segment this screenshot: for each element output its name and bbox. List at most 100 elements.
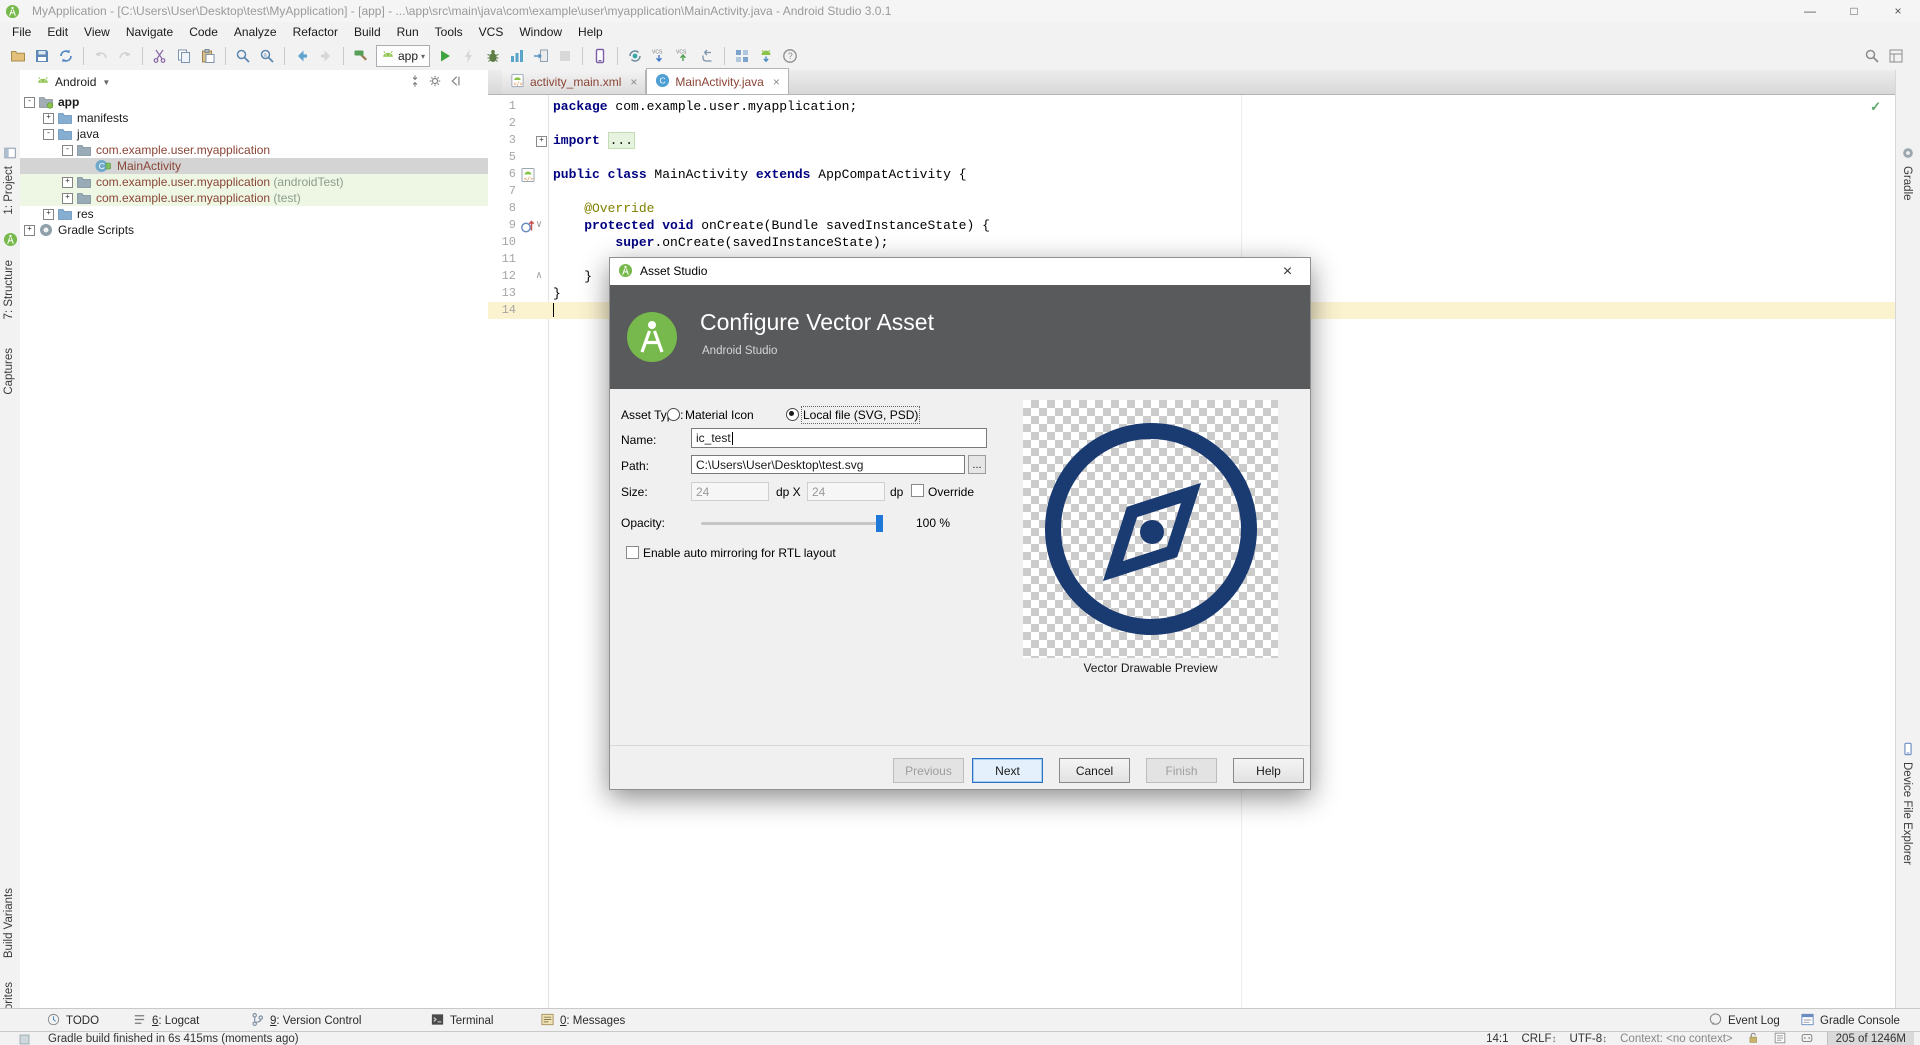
toolbar-run-button[interactable] [433,44,457,68]
rtl-mirroring-label[interactable]: Enable auto mirroring for RTL layout [643,546,836,560]
rtl-mirroring-checkbox[interactable] [626,546,639,559]
tool-window-button-logcat[interactable]: 6: Logcat [132,1009,199,1032]
collapse-icon[interactable]: - [43,129,54,140]
fold-marker[interactable]: ∧ [536,268,548,285]
opacity-slider-thumb[interactable] [876,515,883,532]
fold-marker[interactable]: ∨ [536,217,548,234]
toolbar-cut-button[interactable] [148,44,172,68]
browse-button[interactable]: ... [968,455,986,474]
close-button[interactable]: × [1876,0,1920,22]
tool-window-button-versioncontrol[interactable]: 9: Version Control [250,1009,361,1032]
menu-view[interactable]: View [76,23,118,41]
details-icon[interactable] [1773,1031,1787,1045]
menu-file[interactable]: File [4,23,39,41]
toolbar-stop-button[interactable] [553,44,577,68]
toolbar-debug-button[interactable] [481,44,505,68]
expand-icon[interactable]: + [62,193,73,204]
local-file-radio[interactable] [786,408,799,421]
toolbar-apply-button[interactable] [457,44,481,68]
layout-gutter-icon[interactable]: </> [520,167,536,183]
override-checkbox[interactable] [911,484,924,497]
cancel-button[interactable]: Cancel [1059,758,1130,783]
tool-button-gradle[interactable]: Gradle [1901,166,1913,201]
toolbar-open-button[interactable] [6,44,30,68]
tab-activity-main-xml[interactable]: </> activity_main.xml × [502,70,646,94]
code-line[interactable]: 9∨ protected void onCreate(Bundle savedI… [488,217,1895,234]
line-separator-indicator[interactable]: CRLF↕ [1522,1033,1557,1045]
menu-analyze[interactable]: Analyze [226,23,285,41]
dialog-title-bar[interactable]: Asset Studio × [610,258,1310,285]
tree-row-res[interactable]: +res [20,206,488,222]
toolbar-save-button[interactable] [30,44,54,68]
material-icon-radio[interactable] [667,408,680,421]
tool-button----project[interactable]: 1: Project [3,166,15,215]
expand-icon[interactable]: + [62,177,73,188]
menu-navigate[interactable]: Navigate [118,23,181,41]
tree-row-com-example-user-myapplication[interactable]: +com.example.user.myapplication (test) [20,190,488,206]
expand-icon[interactable]: + [43,113,54,124]
code-line[interactable]: 2 [488,115,1895,132]
tree-row-app[interactable]: -app [20,94,488,110]
encoding-indicator[interactable]: UTF-8↕ [1570,1033,1608,1045]
tab-mainactivity-java[interactable]: C MainActivity.java × [646,68,789,94]
help-button[interactable]: Help [1233,758,1304,783]
tool-button-device-file-explorer[interactable]: Device File Explorer [1901,762,1913,865]
toolbar-paste-button[interactable] [196,44,220,68]
toolbar-copy-button[interactable] [172,44,196,68]
background-tasks-icon[interactable] [18,1033,31,1045]
local-file-radio-label[interactable]: Local file (SVG, PSD) [803,408,918,422]
toolbar-forward-button[interactable] [314,44,338,68]
toolbar-search-button[interactable] [1860,44,1884,68]
toolbar-hammer-button[interactable] [349,44,373,68]
tree-row-java[interactable]: -java [20,126,488,142]
menu-build[interactable]: Build [346,23,389,41]
toolbar-revert-button[interactable] [695,44,719,68]
close-tab-icon[interactable]: × [630,75,637,89]
toolbar-profile-button[interactable] [505,44,529,68]
code-line[interactable]: 10 super.onCreate(savedInstanceState); [488,234,1895,251]
toolbar-back-button[interactable] [290,44,314,68]
path-input[interactable]: C:\Users\User\Desktop\test.svg [691,455,965,474]
tool-button-captures[interactable]: Captures [3,348,15,395]
collapse-icon[interactable]: - [24,97,35,108]
code-line[interactable]: 6</>public class MainActivity extends Ap… [488,166,1895,183]
toolbar-grid-button[interactable] [1884,44,1908,68]
tree-row-mainactivity[interactable]: CMainActivity [20,158,488,174]
opacity-slider-track[interactable] [701,522,879,525]
menu-help[interactable]: Help [570,23,611,41]
settings-gear-icon[interactable] [428,74,442,91]
toolbar-help-button[interactable]: ? [778,44,802,68]
maximize-button[interactable]: □ [1832,0,1876,22]
tree-row-gradle-scripts[interactable]: +Gradle Scripts [20,222,488,238]
code-line[interactable]: 5 [488,149,1895,166]
toolbar-sdk-button[interactable] [754,44,778,68]
finish-button[interactable]: Finish [1146,758,1217,783]
override-label[interactable]: Override [928,485,974,499]
toolbar-find-button[interactable] [231,44,255,68]
code-line[interactable]: 3+import ... [488,132,1895,149]
toolbar-gradle-sync-button[interactable] [623,44,647,68]
width-input[interactable]: 24 [691,482,769,501]
chevron-down-icon[interactable]: ▼ [102,78,110,87]
toolbar-sync-button[interactable] [54,44,78,68]
tool-window-button-eventlog[interactable]: Event Log [1708,1009,1780,1032]
menu-vcs[interactable]: VCS [471,23,512,41]
run-configuration-combo[interactable]: app▾ [376,45,430,67]
toolbar-replace-button[interactable]: a [255,44,279,68]
height-input[interactable]: 24 [807,482,885,501]
menu-edit[interactable]: Edit [39,23,76,41]
collapse-icon[interactable]: - [62,145,73,156]
tool-window-button-gradleconsole[interactable]: Gradle Console [1800,1009,1900,1032]
hide-panel-icon[interactable] [448,74,462,91]
project-view-selector[interactable]: Android [55,75,96,89]
expand-icon[interactable]: + [43,209,54,220]
dialog-close-button[interactable]: × [1265,258,1310,285]
code-line[interactable]: 8 @Override [488,200,1895,217]
context-indicator[interactable]: Context: <no context> [1620,1033,1733,1045]
menu-window[interactable]: Window [511,23,570,41]
fold-marker[interactable]: + [536,132,548,149]
material-icon-radio-label[interactable]: Material Icon [685,408,754,422]
caret-position[interactable]: 14:1 [1486,1033,1508,1045]
memory-indicator[interactable]: 205 of 1246M [1827,1032,1914,1045]
toolbar-struct-button[interactable] [730,44,754,68]
